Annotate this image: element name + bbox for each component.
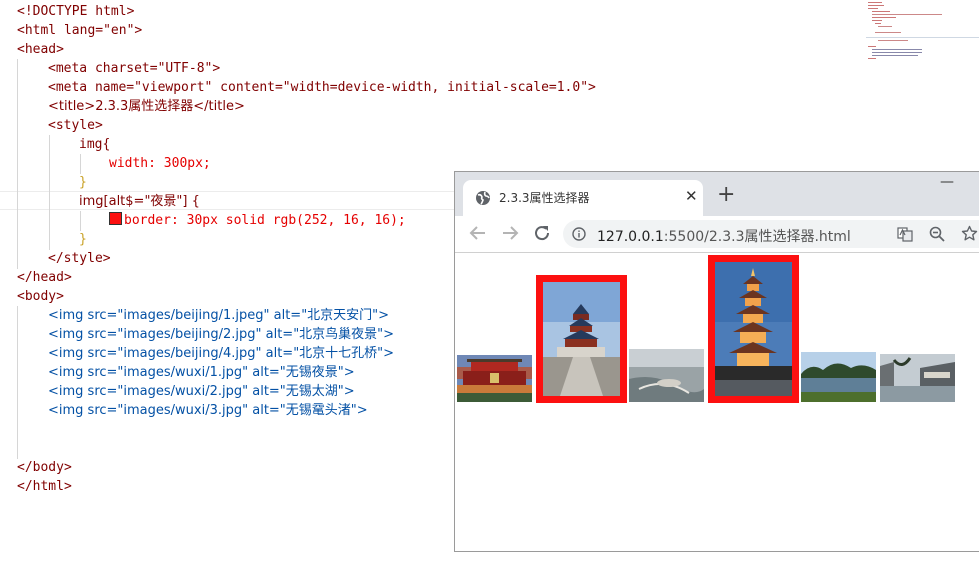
code-token: <img src="images/beijing/4.jpg" alt="北京十… <box>48 346 395 361</box>
photo-seventeen-arch-bridge <box>629 349 704 402</box>
indent-guide <box>17 306 18 459</box>
reload-icon[interactable] <box>531 222 553 244</box>
code-line: </head> <box>17 268 72 287</box>
code-token: } <box>79 175 87 190</box>
code-line: <title>2.3.3属性选择器</title> <box>48 97 245 116</box>
code-token: <body> <box>17 289 64 304</box>
url-host: 127.0.0.1 <box>597 229 664 245</box>
info-icon[interactable] <box>572 227 586 241</box>
photo-tiananmen <box>457 355 532 402</box>
code-token: </style> <box>48 251 111 266</box>
code-line: <body> <box>17 287 64 306</box>
browser-tab[interactable]: 2.3.3属性选择器 ✕ <box>463 180 703 216</box>
code-line: } <box>79 230 87 249</box>
code-token: width: 300px; <box>109 156 211 171</box>
indent-guide <box>80 211 81 231</box>
translate-icon[interactable] <box>897 226 913 242</box>
code-token: </html> <box>17 479 72 494</box>
photo-beijing-night <box>536 275 627 403</box>
code-line: img{ <box>79 135 110 154</box>
photo-wuxi-taihu <box>801 352 876 402</box>
code-line: <img src="images/wuxi/3.jpg" alt="无锡鼋头渚"… <box>48 401 368 420</box>
code-line: <img src="images/beijing/1.jpeg" alt="北京… <box>48 306 389 325</box>
close-tab-icon[interactable]: ✕ <box>685 187 698 205</box>
star-icon[interactable] <box>961 225 978 242</box>
code-token: </head> <box>17 270 72 285</box>
code-line: </style> <box>48 249 111 268</box>
photo-wuxi-yuantouzhu <box>880 354 955 402</box>
tab-title: 2.3.3属性选择器 <box>499 191 590 205</box>
code-token: img{ <box>79 137 111 152</box>
code-token: } <box>79 232 87 247</box>
code-token: <meta charset="UTF-8"> <box>48 61 221 76</box>
browser-window: 2.3.3属性选择器 ✕ + — 127.0.0.1:5500/2.3.3属性选… <box>454 171 979 552</box>
code-token: <img src="images/beijing/2.jpg" alt="北京鸟… <box>48 327 395 342</box>
code-line: <img src="images/beijing/4.jpg" alt="北京十… <box>48 344 394 363</box>
code-line: <img src="images/wuxi/1.jpg" alt="无锡夜景"> <box>48 363 355 382</box>
code-token: <img src="images/beijing/1.jpeg" alt="北京… <box>48 308 390 323</box>
color-swatch[interactable] <box>109 212 122 225</box>
browser-titlebar[interactable]: 2.3.3属性选择器 ✕ + — <box>455 172 979 216</box>
code-line: <img src="images/wuxi/2.jpg" alt="无锡太湖"> <box>48 382 355 401</box>
indent-guide <box>80 154 81 174</box>
code-line: </html> <box>17 477 72 496</box>
address-bar[interactable]: 127.0.0.1:5500/2.3.3属性选择器.html <box>563 220 979 248</box>
indent-guide <box>17 59 18 269</box>
globe-icon <box>476 191 490 205</box>
code-token: img[alt$="夜景"] { <box>79 194 200 209</box>
code-token: </body> <box>17 460 72 475</box>
code-line: border: 30px solid rgb(252, 16, 16); <box>109 211 406 230</box>
code-token: <title>2.3.3属性选择器</title> <box>48 99 245 114</box>
code-line: <img src="images/beijing/2.jpg" alt="北京鸟… <box>48 325 394 344</box>
code-token: <img src="images/wuxi/2.jpg" alt="无锡太湖"> <box>48 384 355 399</box>
indent-guide <box>49 135 50 250</box>
code-line: <!DOCTYPE html> <box>17 2 134 21</box>
code-line: width: 300px; <box>109 154 211 173</box>
arrow-left-icon[interactable] <box>467 222 489 244</box>
page-viewport[interactable] <box>455 253 979 551</box>
browser-toolbar: 127.0.0.1:5500/2.3.3属性选择器.html <box>455 216 979 253</box>
zoom-out-icon[interactable] <box>929 226 945 242</box>
code-token: <img src="images/wuxi/3.jpg" alt="无锡鼋头渚"… <box>48 403 368 418</box>
new-tab-button[interactable]: + <box>717 184 735 206</box>
code-line: </body> <box>17 458 72 477</box>
code-token: border: 30px solid rgb(252, 16, 16); <box>124 213 406 228</box>
url-path: :5500/2.3.3属性选择器.html <box>663 229 851 245</box>
code-line: <html lang="en"> <box>17 21 142 40</box>
code-token: <html lang="en"> <box>17 23 143 38</box>
code-line: img[alt$="夜景"] { <box>79 192 200 211</box>
minimize-button[interactable]: — <box>940 174 954 190</box>
minimap[interactable] <box>866 0 979 60</box>
photo-wuxi-night <box>708 255 799 403</box>
code-token: <!DOCTYPE html> <box>17 4 135 19</box>
code-token: <img src="images/wuxi/1.jpg" alt="无锡夜景"> <box>48 365 355 380</box>
url-text[interactable]: 127.0.0.1:5500/2.3.3属性选择器.html <box>597 226 851 246</box>
arrow-right-icon[interactable] <box>499 222 521 244</box>
code-line: <head> <box>17 40 64 59</box>
code-line: <meta charset="UTF-8"> <box>48 59 220 78</box>
code-line: <style> <box>48 116 103 135</box>
code-token: <head> <box>17 42 64 57</box>
code-line: <meta name="viewport" content="width=dev… <box>48 78 596 97</box>
code-line: } <box>79 173 87 192</box>
code-token: <style> <box>48 118 103 133</box>
code-token: <meta name="viewport" content="width=dev… <box>48 80 596 95</box>
